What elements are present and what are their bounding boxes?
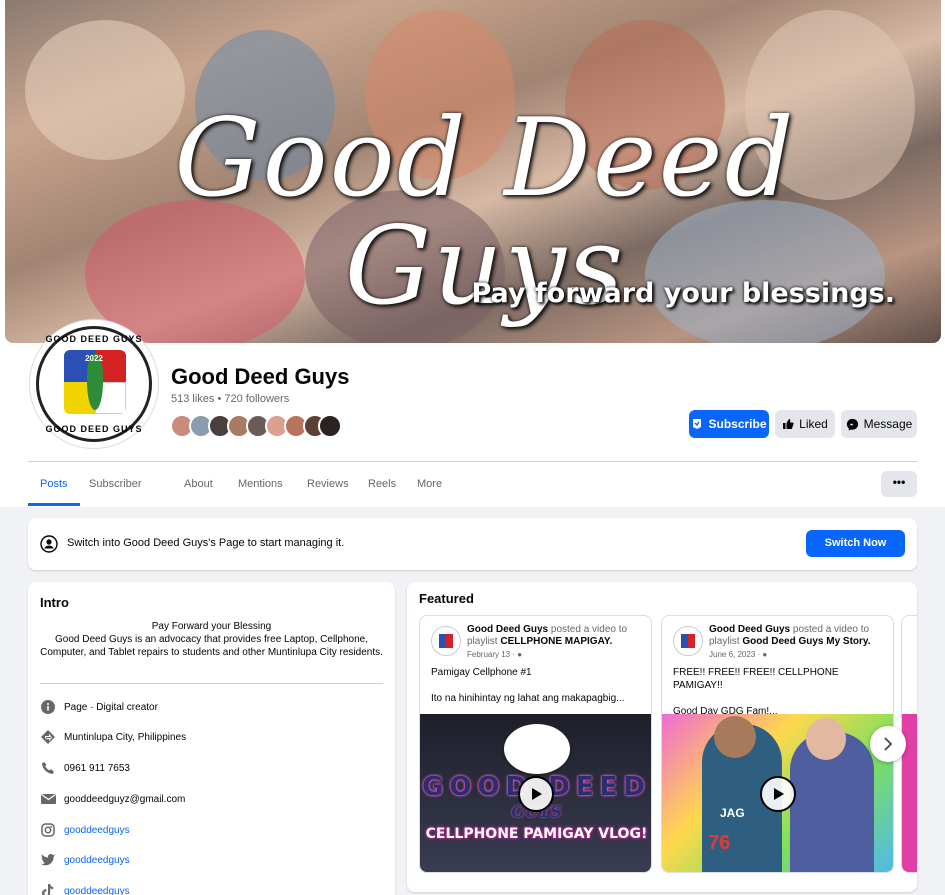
page-title[interactable]: Good Deed Guys [171, 364, 349, 390]
tab-about[interactable]: About [184, 462, 213, 506]
post-author[interactable]: Good Deed Guys [467, 624, 548, 635]
info-twitter[interactable]: gooddeedguys [40, 852, 130, 868]
logo-year: 2022 [85, 354, 103, 363]
liked-label: Liked [799, 417, 828, 431]
info-instagram[interactable]: gooddeedguys [40, 822, 130, 838]
instagram-icon [40, 822, 56, 838]
info-tiktok[interactable]: gooddeedguys [40, 883, 130, 895]
page-header: Good Deed Guys Pay forward your blessing… [0, 0, 945, 534]
avatar[interactable] [318, 414, 342, 438]
play-icon [774, 788, 784, 800]
chevron-right-icon [884, 737, 893, 751]
post-header-text: Good Deed Guys posted a video to playlis… [467, 624, 647, 648]
twitter-icon [40, 852, 56, 868]
info-location[interactable]: Muntinlupa City, Philippines [40, 729, 186, 745]
location-icon [40, 729, 56, 745]
liked-button[interactable]: Liked [775, 410, 835, 438]
switch-now-button[interactable]: Switch Now [806, 530, 905, 557]
tab-reels[interactable]: Reels [368, 462, 396, 506]
bio-line: Pay Forward your Blessing [151, 621, 272, 632]
post-playlist[interactable]: CELLPHONE MAPIGAY. [500, 636, 612, 647]
more-options-button[interactable]: ••• [881, 471, 917, 497]
globe-icon: ● [762, 650, 768, 659]
logo-ring-text: GOOD DEED GUYS [45, 334, 143, 344]
tab-subscriber-hub[interactable]: Subscriber hub [89, 462, 142, 534]
info-text: 0961 911 7653 [64, 762, 130, 774]
logo-mini [681, 634, 695, 648]
message-button[interactable]: Message [841, 410, 917, 438]
tab-mentions[interactable]: Mentions [238, 462, 283, 506]
email-icon [40, 791, 56, 807]
carousel-next-button[interactable] [870, 726, 906, 762]
post-author-avatar[interactable] [431, 626, 461, 656]
phone-icon [40, 760, 56, 776]
logo-ring-text-bottom: GOOD DEED GUYS [45, 424, 143, 434]
post-date[interactable]: June 6, 2023 · ● [709, 650, 767, 659]
subscribe-button[interactable]: Subscribe [689, 410, 769, 438]
globe-icon: ● [517, 650, 523, 659]
play-button[interactable] [760, 776, 796, 812]
post-text-line: FREE!! FREE!! FREE!! CELLPHONE PAMIGAY!! [673, 667, 839, 691]
cover-tagline: Pay forward your blessings. [471, 278, 895, 309]
thumbnail-shirt-text: JAG [720, 806, 745, 820]
featured-card: Featured Good Deed Guys posted a video t… [407, 582, 917, 892]
tab-posts[interactable]: Posts [28, 462, 79, 506]
info-email[interactable]: gooddeedguyz@gmail.com [40, 791, 185, 807]
featured-post[interactable]: Good Deed Guys posted a video to playlis… [661, 615, 894, 873]
intro-bio: Pay Forward your Blessing Good Deed Guys… [40, 620, 383, 659]
tiktok-icon [40, 883, 56, 895]
switch-profile-banner: Switch into Good Deed Guys's Page to sta… [28, 518, 917, 570]
thumbnail-logo [502, 722, 572, 776]
thumbnail-caption: CELLPHONE PAMIGAY VLOG! [425, 826, 648, 842]
tab-reviews[interactable]: Reviews [307, 462, 349, 506]
message-label: Message [863, 417, 913, 431]
profile-switch-icon [40, 535, 58, 553]
intro-card: Intro Pay Forward your Blessing Good Dee… [28, 582, 395, 895]
post-date-text: June 6, 2023 · [709, 650, 761, 659]
profile-avatar[interactable]: GOOD DEED GUYS 2022 GOOD DEED GUYS [30, 320, 158, 448]
post-date[interactable]: February 13 · ● [467, 650, 522, 659]
thumbnail-person-head [714, 716, 756, 758]
thumbnail-shirt-number: 76 [708, 832, 731, 854]
thumbnail-person-head [806, 718, 846, 760]
post-body: FREE!! FREE!! FREE!! CELLPHONE PAMIGAY!!… [673, 666, 888, 718]
info-icon [40, 699, 56, 715]
post-text-line: Ito na hinihintay ng lahat ang makapagbi… [431, 693, 625, 704]
post-body: Pamigay Cellphone #1 Ito na hinihintay n… [431, 666, 646, 705]
tab-more[interactable]: More ▼ [417, 462, 443, 533]
featured-title: Featured [419, 591, 474, 606]
messenger-icon [846, 418, 858, 431]
intro-title: Intro [40, 595, 69, 610]
thumbs-up-icon [783, 419, 794, 429]
featured-post[interactable]: Good Deed Guys posted a video to playlis… [419, 615, 652, 873]
tiktok-link[interactable]: gooddeedguys [64, 886, 130, 895]
info-category: Page · Digital creator [40, 699, 158, 715]
info-text: gooddeedguyz@gmail.com [64, 793, 186, 805]
post-text-line: Pamigay Cellphone #1 [431, 667, 532, 678]
bio-line: Good Deed Guys is an advocacy that provi… [40, 634, 383, 658]
post-author-avatar[interactable] [673, 626, 703, 656]
post-author[interactable]: Good Deed Guys [709, 624, 790, 635]
video-thumbnail[interactable]: GOOD DEED GUYS CELLPHONE PAMIGAY VLOG! [420, 714, 651, 872]
instagram-link[interactable]: gooddeedguys [64, 825, 130, 836]
info-phone[interactable]: 0961 911 7653 [40, 760, 130, 776]
post-header-text: Good Deed Guys posted a video to playlis… [709, 624, 889, 648]
post-playlist[interactable]: Good Deed Guys My Story. [742, 636, 870, 647]
info-text: Page · Digital creator [64, 701, 158, 713]
page-stats[interactable]: 513 likes • 720 followers [171, 393, 289, 405]
info-text: Muntinlupa City, Philippines [64, 731, 187, 743]
subscribe-icon [693, 419, 702, 429]
intro-divider [40, 683, 383, 684]
video-thumbnail[interactable]: JAG 76 [662, 714, 893, 872]
subscribe-label: Subscribe [708, 417, 767, 431]
twitter-link[interactable]: gooddeedguys [64, 855, 130, 866]
play-icon [532, 788, 542, 800]
tab-more-label: More [417, 478, 443, 490]
post-date-text: February 13 · [467, 650, 516, 659]
logo-mini [439, 634, 453, 648]
switch-banner-text: Switch into Good Deed Guys's Page to sta… [67, 537, 345, 549]
cover-photo[interactable]: Good Deed Guys Pay forward your blessing… [5, 0, 941, 343]
play-button[interactable] [518, 776, 554, 812]
header-divider [28, 461, 917, 462]
